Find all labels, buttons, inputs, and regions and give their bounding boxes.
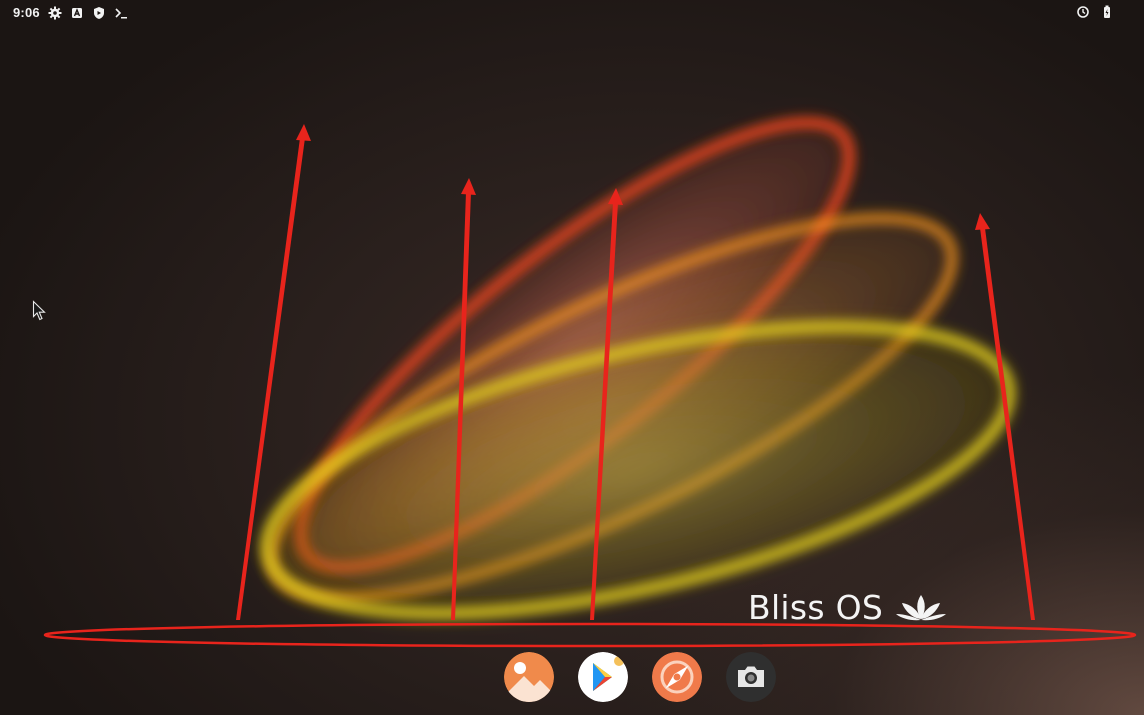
status-clock: 9:06 <box>13 5 40 20</box>
app-dock <box>504 652 776 702</box>
lotus-icon <box>896 594 947 620</box>
camera-app-icon[interactable] <box>726 652 776 702</box>
battery-icon <box>1100 5 1114 19</box>
brand-name: Bliss OS <box>748 588 884 627</box>
home-screen[interactable]: 9:06 Bliss OS <box>0 0 1144 715</box>
bliss-os-branding: Bliss OS <box>748 588 947 627</box>
status-bar[interactable]: 9:06 <box>0 0 1144 26</box>
shield-icon <box>92 6 106 20</box>
browser-app-icon[interactable] <box>652 652 702 702</box>
sync-icon <box>1076 5 1090 19</box>
wallpaper <box>261 117 1015 619</box>
mouse-cursor-icon <box>32 300 46 321</box>
gallery-app-icon[interactable] <box>504 652 554 702</box>
play-store-app-icon[interactable] <box>578 652 628 702</box>
gear-icon <box>48 6 62 20</box>
status-right <box>1076 5 1114 19</box>
terminal-icon <box>114 6 128 20</box>
status-left: 9:06 <box>13 5 128 20</box>
store-icon <box>70 6 84 20</box>
